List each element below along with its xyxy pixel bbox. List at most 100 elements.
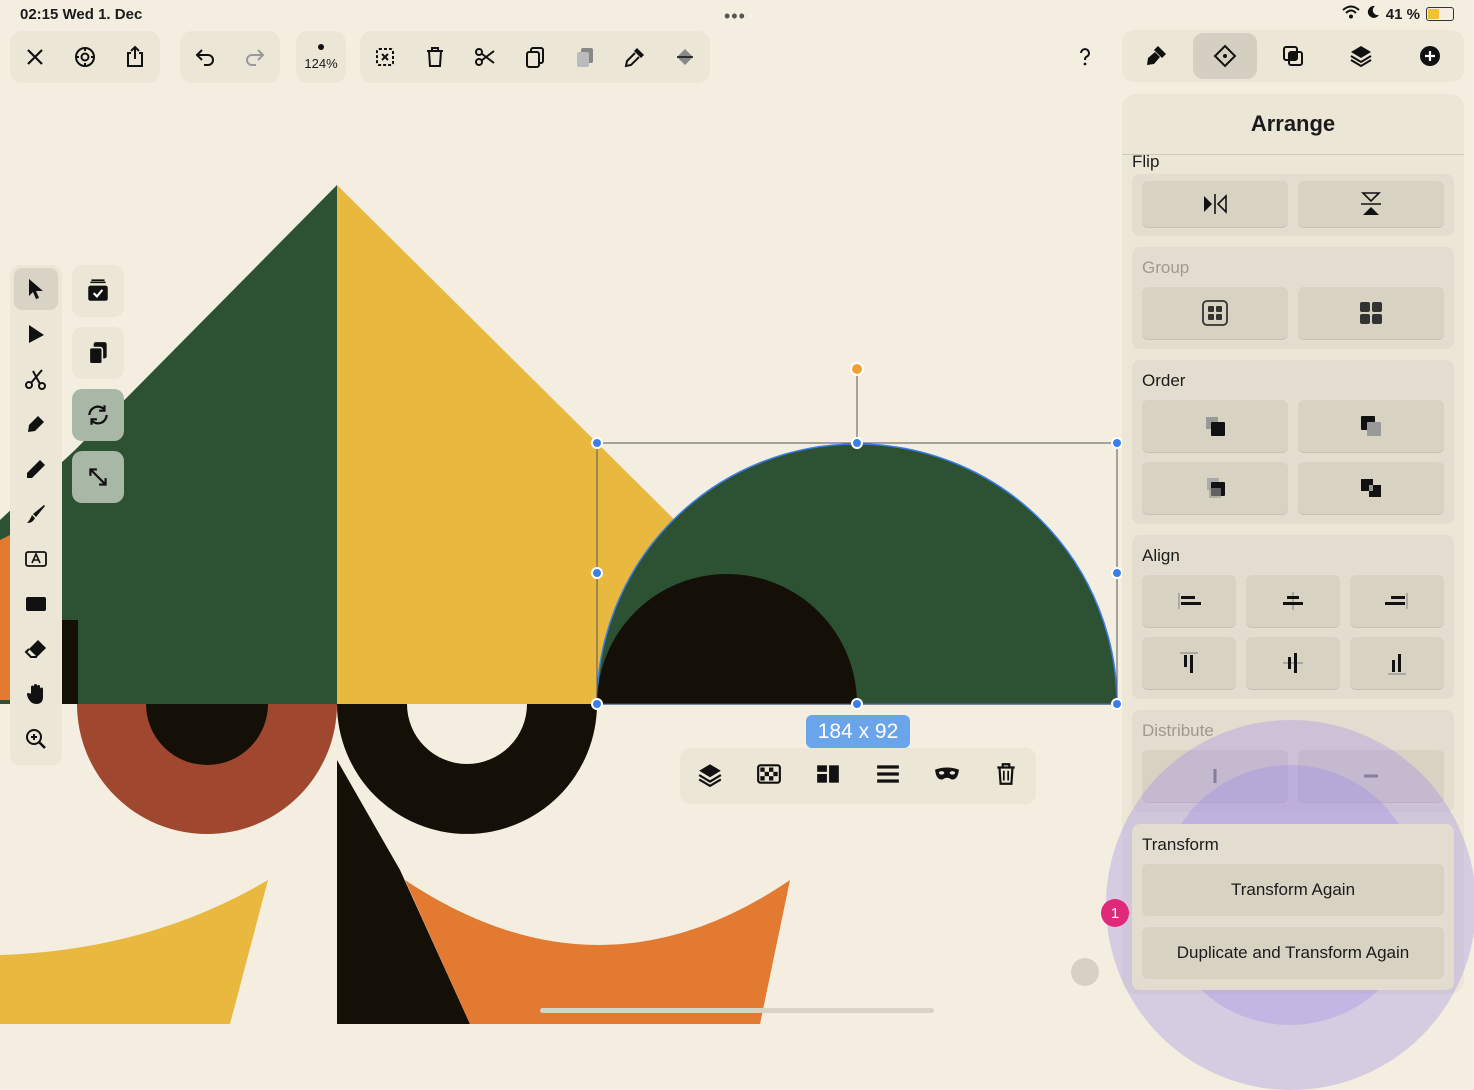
- select-behind-button[interactable]: [72, 265, 124, 317]
- send-to-back-button[interactable]: [1298, 400, 1444, 452]
- handle-top-middle[interactable]: [851, 437, 863, 449]
- scissors-tool-icon: [25, 369, 46, 390]
- file-toolbar: [10, 31, 160, 83]
- transform-section: Transform Transform Again Duplicate and …: [1132, 824, 1454, 990]
- zoom-tool[interactable]: [14, 718, 58, 760]
- align-bottom-button[interactable]: [1350, 637, 1444, 689]
- fill-button[interactable]: [660, 32, 710, 82]
- battery-percent: 41 %: [1385, 5, 1420, 23]
- align-center-vertical-button[interactable]: [1246, 637, 1340, 689]
- flip-vertical-button[interactable]: [1298, 181, 1444, 227]
- layers-icon[interactable]: [697, 761, 723, 792]
- status-right: 41 %: [1342, 5, 1454, 23]
- align-lines-icon[interactable]: [875, 761, 901, 792]
- hand-tool[interactable]: [14, 673, 58, 715]
- duplicate-icon: [88, 342, 107, 365]
- arrange-blocks-icon[interactable]: [815, 761, 841, 792]
- handle-bottom-left[interactable]: [591, 698, 603, 710]
- eyedropper-button[interactable]: [610, 32, 660, 82]
- rotate-mode-button[interactable]: [72, 389, 124, 441]
- flip-horizontal-button[interactable]: [1142, 181, 1288, 227]
- opacity-checker-icon[interactable]: [756, 761, 782, 792]
- align-top-button[interactable]: [1142, 637, 1236, 689]
- node-arrow-icon: [29, 325, 44, 343]
- group-icon: [1202, 300, 1228, 326]
- undo-button[interactable]: [180, 32, 230, 82]
- mask-icon[interactable]: [934, 761, 960, 792]
- align-left-button[interactable]: [1142, 575, 1236, 627]
- tab-layers[interactable]: [1329, 33, 1393, 79]
- selection-context-bar: [680, 748, 1036, 804]
- handle-bottom-middle[interactable]: [851, 698, 863, 710]
- panel-title: Arrange: [1122, 94, 1464, 155]
- rotate-icon: [88, 405, 108, 425]
- flip-vertical-icon: [1361, 192, 1381, 215]
- bring-forward-button[interactable]: [1142, 462, 1288, 514]
- share-button[interactable]: [110, 32, 160, 82]
- handle-top-left[interactable]: [591, 437, 603, 449]
- bring-to-front-button[interactable]: [1142, 400, 1288, 452]
- handle-middle-left[interactable]: [591, 567, 603, 579]
- group-label: Group: [1142, 258, 1190, 277]
- transform-again-button[interactable]: Transform Again: [1142, 864, 1444, 916]
- duplicate-mode-button[interactable]: [72, 327, 124, 379]
- pen-style-icon: [1147, 46, 1167, 65]
- order-label: Order: [1142, 371, 1186, 390]
- delete-button[interactable]: [410, 32, 460, 82]
- distribute-label: Distribute: [1142, 721, 1214, 740]
- tab-add[interactable]: [1398, 33, 1462, 79]
- cut-button[interactable]: [460, 32, 510, 82]
- group-button[interactable]: [1142, 287, 1288, 339]
- tab-path-operations[interactable]: [1261, 33, 1325, 79]
- direct-selection-tool[interactable]: [14, 313, 58, 355]
- wifi-icon: [1342, 5, 1360, 23]
- inspector-tabs: [1122, 30, 1464, 82]
- ungroup-button[interactable]: [1298, 287, 1444, 339]
- question-icon: [1080, 48, 1090, 66]
- settings-button[interactable]: [60, 32, 110, 82]
- brush-tool[interactable]: [14, 493, 58, 535]
- deselect-button[interactable]: [360, 32, 410, 82]
- notification-badge[interactable]: 1: [1101, 899, 1129, 927]
- transform-label: Transform: [1142, 835, 1219, 854]
- copy-button[interactable]: [510, 32, 560, 82]
- send-backward-button[interactable]: [1298, 462, 1444, 514]
- paste-button[interactable]: [560, 32, 610, 82]
- pen-tool[interactable]: [14, 403, 58, 445]
- selection-tool[interactable]: [14, 268, 58, 310]
- rectangle-tool[interactable]: [14, 583, 58, 625]
- align-center-horizontal-button[interactable]: [1246, 575, 1340, 627]
- eraser-tool[interactable]: [14, 628, 58, 670]
- redo-button[interactable]: [230, 32, 280, 82]
- home-indicator[interactable]: [540, 1008, 934, 1013]
- assistive-touch-dot[interactable]: [1071, 958, 1099, 986]
- scissors-tool[interactable]: [14, 358, 58, 400]
- tab-style[interactable]: [1124, 33, 1188, 79]
- delete-selection-icon[interactable]: [993, 761, 1019, 792]
- close-icon: [27, 49, 43, 65]
- green-triangle-shape[interactable]: [75, 185, 337, 704]
- gear-icon: [75, 47, 95, 67]
- text-box-icon: [25, 551, 47, 567]
- zoom-level: 124%: [304, 55, 338, 71]
- trash-icon: [427, 47, 443, 67]
- scissors-icon: [475, 48, 495, 66]
- send-to-back-icon: [1361, 416, 1381, 436]
- align-label: Align: [1142, 546, 1180, 565]
- close-button[interactable]: [10, 32, 60, 82]
- duplicate-and-transform-again-button[interactable]: Duplicate and Transform Again: [1142, 927, 1444, 979]
- scale-mode-button[interactable]: [72, 451, 124, 503]
- plus-circle-icon: [1419, 46, 1440, 66]
- text-tool[interactable]: [14, 538, 58, 580]
- deselect-icon: [376, 48, 394, 66]
- align-section: Align: [1132, 535, 1454, 699]
- tab-arrange[interactable]: [1192, 33, 1257, 79]
- help-button[interactable]: [1060, 32, 1110, 82]
- multitasking-dots-icon[interactable]: •••: [724, 6, 746, 27]
- tools-sidebar: [10, 265, 62, 765]
- history-toolbar: [180, 31, 280, 83]
- zoom-level-button[interactable]: 124%: [296, 32, 346, 82]
- pencil-tool[interactable]: [14, 448, 58, 490]
- align-right-button[interactable]: [1350, 575, 1444, 627]
- rotate-handle[interactable]: [850, 362, 864, 376]
